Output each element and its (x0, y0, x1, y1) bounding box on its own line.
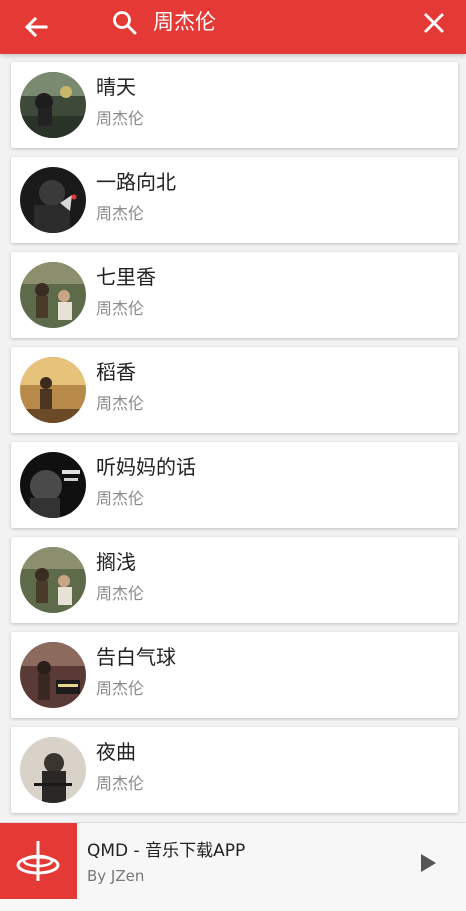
song-item[interactable]: 听妈妈的话 周杰伦 (11, 442, 458, 528)
song-list: 晴天 周杰伦 一路向北 周杰伦 七里香 周杰伦 稻香 周杰伦 听妈妈的话 周杰伦… (0, 54, 466, 822)
song-title: 搁浅 (96, 550, 136, 574)
song-title: 听妈妈的话 (96, 455, 196, 479)
song-item[interactable]: 搁浅 周杰伦 (11, 537, 458, 623)
song-title: 晴天 (96, 75, 136, 99)
player-artwork (0, 823, 77, 899)
album-cover (20, 72, 86, 138)
song-artist: 周杰伦 (96, 774, 145, 793)
album-cover (20, 547, 86, 613)
album-cover (20, 262, 86, 328)
song-artist: 周杰伦 (96, 394, 145, 413)
album-cover (20, 737, 86, 803)
clear-search-button[interactable] (420, 9, 448, 37)
song-title: 一路向北 (96, 170, 176, 194)
song-title: 告白气球 (96, 645, 176, 669)
song-item[interactable]: 一路向北 周杰伦 (11, 157, 458, 243)
song-artist: 周杰伦 (96, 584, 145, 603)
player-subtitle: By JZen (87, 867, 145, 885)
song-item[interactable]: 夜曲 周杰伦 (11, 727, 458, 813)
play-icon (421, 854, 436, 872)
song-artist: 周杰伦 (96, 204, 145, 223)
song-item[interactable]: 稻香 周杰伦 (11, 347, 458, 433)
song-item[interactable]: 告白气球 周杰伦 (11, 632, 458, 718)
search-app-bar: 周杰伦 (0, 0, 466, 54)
arrow-left-icon (24, 16, 48, 38)
album-cover (20, 167, 86, 233)
back-button[interactable] (20, 11, 52, 43)
play-button[interactable] (416, 851, 440, 875)
search-icon (111, 9, 139, 37)
song-title: 稻香 (96, 360, 136, 384)
album-cover (20, 642, 86, 708)
song-artist: 周杰伦 (96, 299, 145, 318)
song-artist: 周杰伦 (96, 489, 145, 508)
close-icon (424, 13, 444, 33)
album-cover (20, 357, 86, 423)
song-title: 七里香 (96, 265, 156, 289)
song-item[interactable]: 七里香 周杰伦 (11, 252, 458, 338)
search-query-input[interactable]: 周杰伦 (153, 8, 216, 36)
app-logo-icon (16, 841, 60, 881)
song-item[interactable]: 晴天 周杰伦 (11, 62, 458, 148)
album-cover (20, 452, 86, 518)
mini-player[interactable]: QMD - 音乐下载APP By JZen (0, 822, 466, 911)
player-title: QMD - 音乐下载APP (87, 841, 246, 861)
song-artist: 周杰伦 (96, 679, 145, 698)
song-title: 夜曲 (96, 740, 136, 764)
song-artist: 周杰伦 (96, 109, 145, 128)
